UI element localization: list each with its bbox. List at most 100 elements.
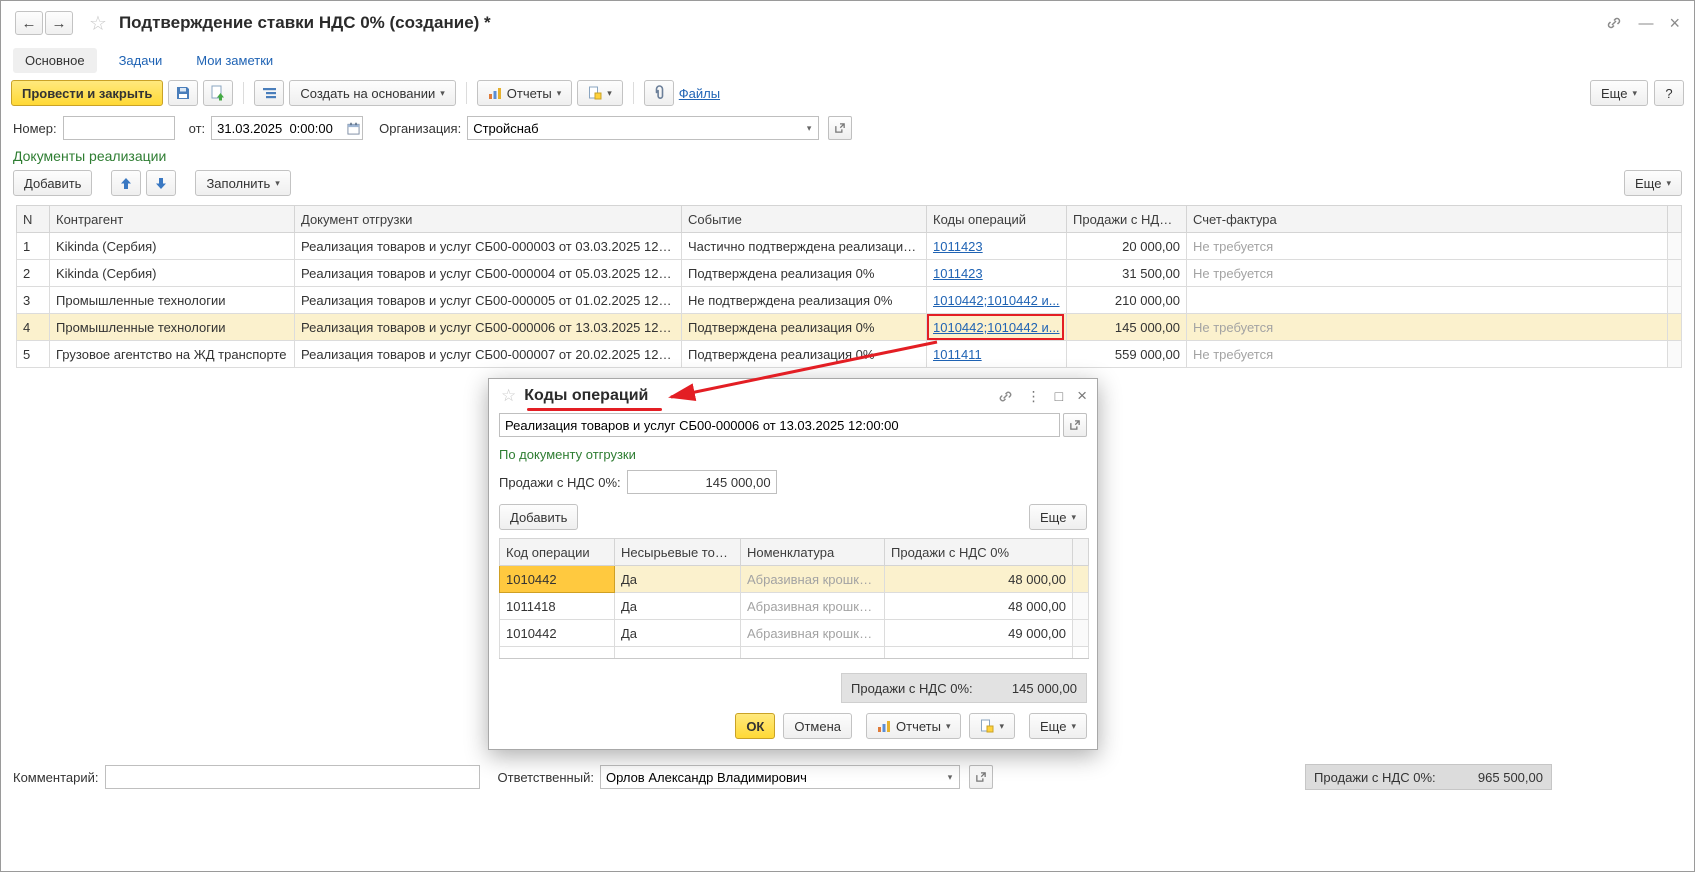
comment-input[interactable] [105, 765, 480, 789]
table-row[interactable]: 3 Промышленные технологии Реализация тов… [17, 287, 1682, 314]
col-operation-code[interactable]: Код операции [500, 539, 615, 566]
dialog-linked-document-button[interactable]: ▾ [969, 713, 1015, 739]
cell-operation-code[interactable]: 1010442 [500, 620, 615, 647]
attachments-button[interactable] [644, 80, 674, 106]
list-structure-icon [262, 86, 277, 100]
window-title-bar: ← → ☆ Подтверждение ставки НДС 0% (созда… [1, 1, 1694, 45]
reports-button[interactable]: Отчеты ▾ [477, 80, 572, 106]
by-shipping-doc-link[interactable]: По документу отгрузки [499, 447, 636, 462]
dialog-title-bar: ☆ Коды операций ⋮ □ × [499, 379, 1087, 413]
table-filler-row [500, 647, 1089, 659]
cell-stub [1668, 260, 1682, 287]
more-button[interactable]: Еще ▾ [1590, 80, 1648, 106]
fill-button[interactable]: Заполнить ▾ [195, 170, 290, 196]
col-sales-vat0[interactable]: Продажи с НДС 0% [885, 539, 1073, 566]
back-button[interactable]: ← [15, 11, 43, 35]
cell-operation-code[interactable]: 1011418 [500, 593, 615, 620]
operation-codes-link[interactable]: 1011423 [933, 239, 983, 254]
date-input[interactable] [212, 121, 344, 136]
post-document-button[interactable] [203, 80, 233, 106]
table-row[interactable]: 1010442 Да Абразивная крошка №4 49 000,0… [500, 620, 1089, 647]
shipping-document-open-button[interactable] [1063, 413, 1087, 437]
table-row-selected[interactable]: 4 Промышленные технологии Реализация тов… [17, 314, 1682, 341]
col-n[interactable]: N [17, 206, 50, 233]
save-button[interactable] [168, 80, 198, 106]
organization-input[interactable] [468, 121, 800, 136]
operation-codes-link[interactable]: 1011411 [933, 347, 982, 362]
col-stub [1073, 539, 1089, 566]
close-icon[interactable]: × [1669, 13, 1680, 34]
col-event[interactable]: Событие [682, 206, 927, 233]
operation-codes-link[interactable]: 1010442;1010442 и... [933, 293, 1060, 308]
chevron-down-icon: ▾ [1632, 88, 1637, 99]
dialog-more-button[interactable]: Еще ▾ [1029, 504, 1087, 530]
chevron-down-icon[interactable]: ▾ [800, 123, 818, 134]
col-shipping-doc[interactable]: Документ отгрузки [295, 206, 682, 233]
col-sales-vat0[interactable]: Продажи с НДС 0% [1067, 206, 1187, 233]
chevron-down-icon[interactable]: ▾ [941, 772, 959, 783]
organization-open-button[interactable] [828, 116, 852, 140]
forward-button[interactable]: → [45, 11, 73, 35]
dialog-add-button[interactable]: Добавить [499, 504, 578, 530]
minimize-icon[interactable]: — [1638, 15, 1653, 32]
chevron-down-icon: ▾ [1666, 178, 1671, 189]
table-header-row: N Контрагент Документ отгрузки Событие К… [17, 206, 1682, 233]
operation-codes-link[interactable]: 1011423 [933, 266, 983, 281]
post-and-close-button[interactable]: Провести и закрыть [11, 80, 163, 106]
number-input[interactable] [63, 116, 175, 140]
help-button[interactable]: ? [1654, 80, 1684, 106]
kebab-menu-icon[interactable]: ⋮ [1027, 388, 1041, 405]
tab-my-notes[interactable]: Мои заметки [184, 48, 285, 73]
cell-sales: 145 000,00 [1067, 314, 1187, 341]
tab-main[interactable]: Основное [13, 48, 97, 73]
maximize-icon[interactable]: □ [1055, 388, 1063, 404]
linked-document-button[interactable]: ▾ [577, 80, 623, 106]
bar-chart-icon [877, 719, 891, 733]
dialog-reports-button[interactable]: Отчеты ▾ [866, 713, 961, 739]
favorite-star-icon[interactable]: ☆ [89, 11, 107, 36]
cell-invoice [1187, 287, 1668, 314]
files-link[interactable]: Файлы [679, 86, 720, 101]
cell-stub [1073, 566, 1089, 593]
responsible-open-button[interactable] [969, 765, 993, 789]
dialog-title: Коды операций [524, 387, 648, 405]
date-label: от: [189, 121, 206, 136]
sales-vat0-input[interactable] [627, 470, 777, 494]
close-icon[interactable]: × [1077, 386, 1087, 406]
favorite-star-icon[interactable]: ☆ [501, 386, 516, 406]
total-value: 145 000,00 [1012, 681, 1077, 696]
create-based-on-button[interactable]: Создать на основании ▾ [289, 80, 455, 106]
section-title: Документы реализации [1, 145, 1694, 167]
operation-codes-link[interactable]: 1010442;1010442 и... [933, 320, 1060, 335]
table-row-selected[interactable]: 1010442 Да Абразивная крошка №3 48 000,0… [500, 566, 1089, 593]
table-row[interactable]: 2 Kikinda (Сербия) Реализация товаров и … [17, 260, 1682, 287]
col-operation-codes[interactable]: Коды операций [927, 206, 1067, 233]
chevron-down-icon: ▾ [1071, 512, 1076, 523]
dialog-more-button-bottom[interactable]: Еще ▾ [1029, 713, 1087, 739]
ok-button[interactable]: ОК [735, 713, 775, 739]
table-row[interactable]: 1011418 Да Абразивная крошка №5 48 000,0… [500, 593, 1089, 620]
cancel-button[interactable]: Отмена [783, 713, 852, 739]
table-row[interactable]: 5 Грузовое агентство на ЖД транспорте Ре… [17, 341, 1682, 368]
col-non-raw-goods[interactable]: Несырьевые товары [615, 539, 741, 566]
add-row-button[interactable]: Добавить [13, 170, 92, 196]
move-up-button[interactable] [111, 170, 141, 196]
col-invoice[interactable]: Счет-фактура [1187, 206, 1668, 233]
calendar-icon[interactable] [344, 122, 362, 135]
header-fields: Номер: от: Организация: ▾ [1, 111, 1694, 145]
move-down-button[interactable] [146, 170, 176, 196]
cell-operation-code[interactable]: 1010442 [500, 566, 615, 593]
get-link-icon[interactable] [1606, 15, 1622, 31]
table-row[interactable]: 1 Kikinda (Сербия) Реализация товаров и … [17, 233, 1682, 260]
get-link-icon[interactable] [998, 389, 1013, 404]
tab-tasks[interactable]: Задачи [107, 48, 175, 73]
cell-row-number: 3 [17, 287, 50, 314]
responsible-input[interactable] [601, 770, 941, 785]
subordination-structure-button[interactable] [254, 80, 284, 106]
list-more-button[interactable]: Еще ▾ [1624, 170, 1682, 196]
shipping-document-input[interactable] [500, 418, 1059, 433]
table-header-row: Код операции Несырьевые товары Номенклат… [500, 539, 1089, 566]
paperclip-icon [652, 85, 666, 101]
col-contractor[interactable]: Контрагент [50, 206, 295, 233]
col-nomenclature[interactable]: Номенклатура [741, 539, 885, 566]
